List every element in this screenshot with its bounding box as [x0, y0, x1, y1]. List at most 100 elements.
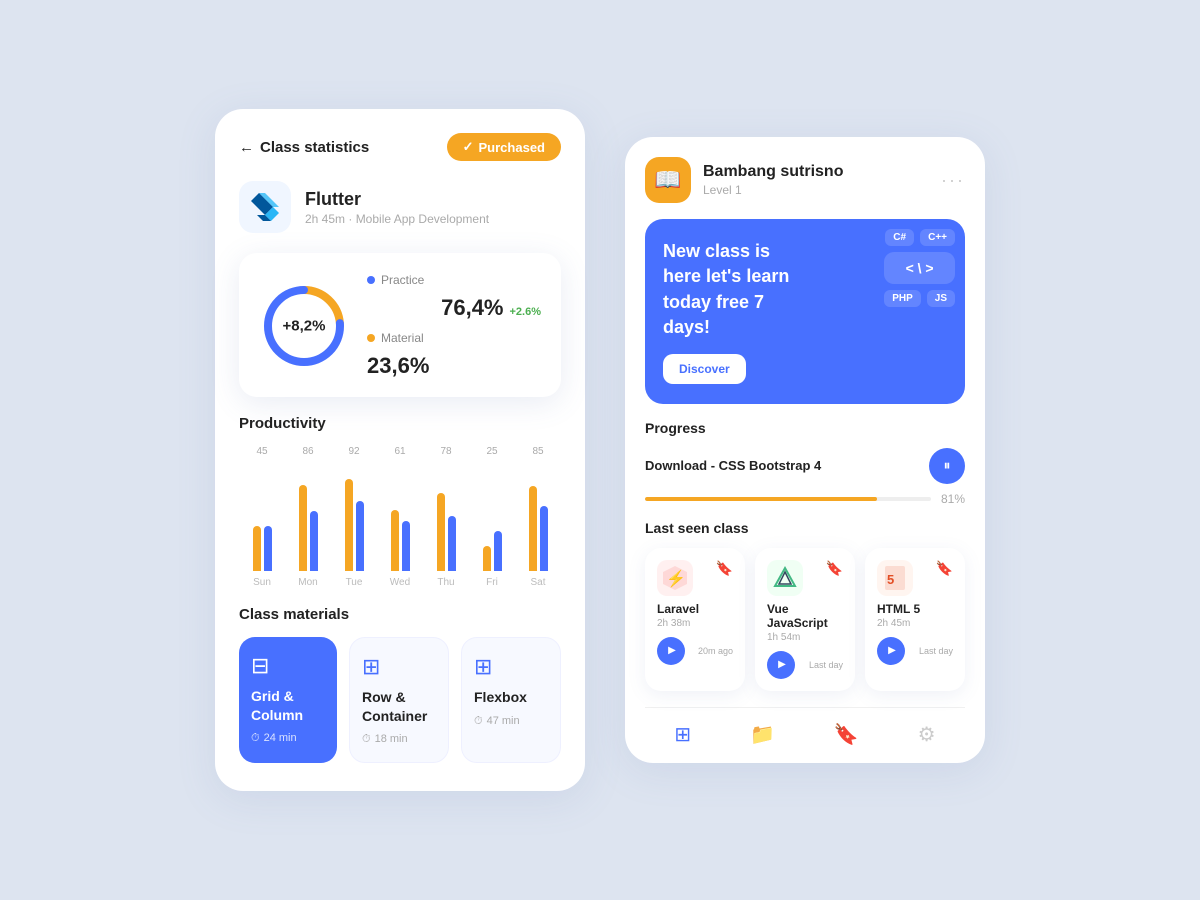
bottom-nav: ⊞ 📁 🔖 ⚙ [645, 707, 965, 763]
progress-percent: 81% [941, 492, 965, 506]
material-row-container[interactable]: ⊞ Row &Container ⏱ 18 min [349, 637, 449, 762]
left-card: ← Class statistics ✓ Purchased Flutter 2… [215, 109, 585, 790]
pause-button[interactable]: ⏸ [929, 448, 965, 484]
course-title: Flutter [305, 189, 489, 210]
bar-days: Sun Mon Tue Wed Thu Fri Sat [239, 577, 561, 588]
flutter-logo [239, 181, 291, 233]
discover-button[interactable]: Discover [663, 354, 746, 384]
svg-text:⚡: ⚡ [666, 569, 686, 588]
clock-icon-flexbox: ⏱ [474, 715, 483, 728]
bar-sun [239, 526, 285, 571]
course-subtitle: 2h 45m · Mobile App Development [305, 212, 489, 226]
vue-time-ago: Last day [809, 660, 843, 670]
productivity-section: Productivity 45 86 92 61 78 25 85 [239, 415, 561, 588]
donut-label: +8,2% [283, 318, 326, 335]
materials-grid: ⊟ Grid &Column ⏱ 24 min ⊞ Row &Container… [239, 637, 561, 762]
course-details: Flutter 2h 45m · Mobile App Development [305, 189, 489, 226]
tag-c-sharp: C# [885, 229, 914, 246]
code-chip: < \ > [884, 252, 955, 284]
nav-bookmark-icon[interactable]: 🔖 [834, 722, 859, 747]
practice-change: +2.6% [510, 306, 542, 318]
svg-text:5: 5 [887, 572, 894, 587]
class-materials-title: Class materials [239, 606, 561, 623]
purchased-badge[interactable]: ✓ Purchased [447, 133, 561, 161]
class-item-laravel[interactable]: ⚡ 🔖 Laravel 2h 38m ▶ 20m ago [645, 548, 745, 691]
flexbox-name: Flexbox [474, 688, 527, 706]
bookmark-vue[interactable]: 🔖 [826, 560, 843, 577]
donut-chart: +8,2% [259, 281, 349, 371]
dots-menu-button[interactable]: ··· [941, 170, 965, 191]
user-info: Bambang sutrisno Level 1 [703, 163, 843, 197]
material-value: 23,6% [367, 353, 429, 378]
play-icon-laravel: ▶ [668, 645, 676, 656]
tag-cpp: C++ [920, 229, 955, 246]
tag-php: PHP [884, 290, 921, 307]
clock-icon-row: ⏱ [362, 733, 371, 746]
avatar-icon: 📖 [654, 167, 681, 193]
row-name: Row &Container [362, 688, 427, 724]
clock-icon-grid: ⏱ [251, 732, 260, 745]
user-level: Level 1 [703, 183, 843, 197]
user-header: 📖 Bambang sutrisno Level 1 ··· [645, 157, 965, 203]
html5-duration: 2h 45m [877, 618, 953, 629]
vue-logo [767, 560, 803, 596]
progress-bar-fill [645, 497, 877, 501]
back-button[interactable]: ← Class statistics [239, 139, 369, 156]
material-row: Material [367, 331, 541, 345]
vue-name: Vue JavaScript [767, 602, 843, 630]
banner-text: New class is here let's learn today free… [663, 239, 813, 340]
laravel-play-button[interactable]: ▶ [657, 637, 685, 665]
nav-apps-icon[interactable]: ⊞ [674, 722, 691, 747]
class-statistics-title: Class statistics [260, 139, 369, 156]
progress-course-name: Download - CSS Bootstrap 4 [645, 458, 917, 473]
bar-wed [377, 510, 423, 571]
class-item-vue[interactable]: 🔖 Vue JavaScript 1h 54m ▶ Last day [755, 548, 855, 691]
stats-card: +8,2% Practice 76,4% +2.6% Material 23,6… [239, 253, 561, 397]
pause-icon: ⏸ [944, 457, 951, 474]
nav-settings-icon[interactable]: ⚙ [918, 722, 936, 747]
play-icon-html5: ▶ [888, 645, 896, 656]
bar-mon [285, 485, 331, 571]
vue-duration: 1h 54m [767, 632, 843, 643]
material-dot [367, 334, 375, 342]
bar-values: 45 86 92 61 78 25 85 [239, 446, 561, 457]
material-label: Material [381, 331, 424, 345]
material-flexbox[interactable]: ⊞ Flexbox ⏱ 47 min [461, 637, 561, 762]
class-materials-section: Class materials ⊟ Grid &Column ⏱ 24 min … [239, 606, 561, 762]
bookmark-laravel[interactable]: 🔖 [716, 560, 733, 577]
bar-chart-wrap: 45 86 92 61 78 25 85 [239, 446, 561, 588]
purchased-check: ✓ [463, 139, 474, 155]
progress-row: Download - CSS Bootstrap 4 ⏸ [645, 448, 965, 484]
material-grid-column[interactable]: ⊟ Grid &Column ⏱ 24 min [239, 637, 337, 762]
grid-name: Grid &Column [251, 687, 303, 723]
promo-banner: New class is here let's learn today free… [645, 219, 965, 404]
banner-decoration: C# C++ < \ > PHP JS [884, 229, 955, 307]
progress-bar-bg [645, 497, 931, 501]
row-icon: ⊞ [362, 654, 380, 680]
html5-logo: 5 [877, 560, 913, 596]
back-icon: ← [239, 139, 254, 156]
row-time: ⏱ 18 min [362, 733, 408, 746]
nav-folder-icon[interactable]: 📁 [750, 722, 775, 747]
practice-row: Practice [367, 273, 541, 287]
progress-bar-wrap: 81% [645, 492, 965, 506]
practice-dot [367, 276, 375, 284]
user-name: Bambang sutrisno [703, 163, 843, 181]
class-item-header-html5: 5 🔖 [877, 560, 953, 596]
html5-name: HTML 5 [877, 602, 953, 616]
practice-label: Practice [381, 273, 424, 287]
vue-play-button[interactable]: ▶ [767, 651, 795, 679]
bookmark-html5[interactable]: 🔖 [936, 560, 953, 577]
laravel-duration: 2h 38m [657, 618, 733, 629]
html5-time-ago: Last day [919, 646, 953, 656]
progress-title: Progress [645, 420, 965, 436]
class-item-html5[interactable]: 5 🔖 HTML 5 2h 45m ▶ Last day [865, 548, 965, 691]
html5-play-button[interactable]: ▶ [877, 637, 905, 665]
class-cards: ⚡ 🔖 Laravel 2h 38m ▶ 20m ago [645, 548, 965, 691]
bar-chart [239, 461, 561, 571]
class-item-header-laravel: ⚡ 🔖 [657, 560, 733, 596]
flexbox-icon: ⊞ [474, 654, 492, 680]
practice-value: 76,4% [441, 295, 503, 321]
card-header: ← Class statistics ✓ Purchased [239, 133, 561, 161]
right-card: 📖 Bambang sutrisno Level 1 ··· New class… [625, 137, 985, 763]
